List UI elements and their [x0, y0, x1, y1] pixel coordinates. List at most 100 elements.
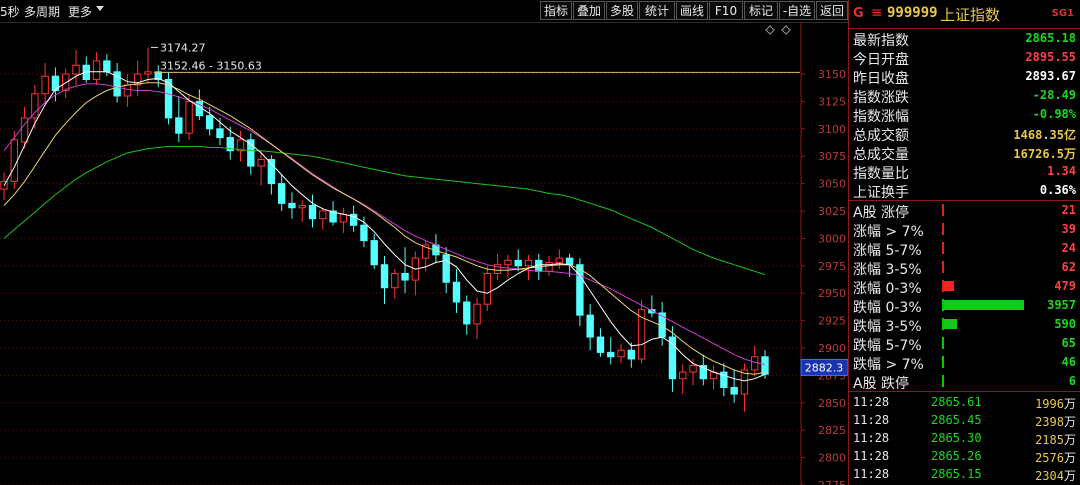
ma-line-yellow — [3, 82, 766, 375]
quote-panel: G ≡ 999999 上证指数 SG1 最新指数 2865.18 今日开盘 2895.… — [848, 0, 1080, 485]
back-button[interactable]: 返回 — [816, 1, 848, 20]
f10-button[interactable]: F10 — [709, 1, 743, 20]
candle-body — [761, 356, 769, 375]
candle-body — [41, 75, 49, 95]
mark-button[interactable]: 标记 — [744, 1, 778, 20]
breadth-tick — [942, 261, 944, 273]
overlay-button[interactable]: 叠加 — [573, 1, 605, 20]
menu-icon[interactable]: ≡ — [871, 5, 883, 21]
period-5s[interactable]: 5秒 — [0, 3, 20, 20]
multi-stock-button[interactable]: 多股 — [606, 1, 638, 20]
breadth-tick — [942, 204, 944, 216]
candle-body — [277, 183, 286, 204]
candle-body — [267, 159, 276, 185]
more-menu[interactable]: 更多 — [68, 3, 92, 20]
breadth-label: 跌幅 0-3% — [853, 300, 922, 316]
breadth-value: 65 — [1061, 336, 1076, 350]
breadth-label: 涨幅 5-7% — [853, 243, 922, 259]
breadth-label: 跌幅 3-5% — [853, 319, 922, 335]
chevron-down-icon[interactable] — [96, 6, 104, 11]
breadth-label: 涨幅 > 7% — [853, 224, 924, 240]
breadth-tick — [942, 375, 944, 387]
breadth-label: A股 跌停 — [853, 376, 910, 392]
stat-label: 总成交量 — [853, 147, 909, 163]
tick-row[interactable]: 11:28 2865.30 2185万 — [849, 429, 1080, 448]
group-indicator[interactable]: G — [853, 6, 864, 21]
candle-body — [596, 336, 605, 353]
stock-name: 上证指数 — [940, 6, 1001, 24]
tick-time: 11:28 — [853, 431, 890, 445]
candle-body — [463, 301, 471, 325]
y-tick-label: 3150 — [818, 68, 846, 81]
stat-value: 16726.5万 — [1013, 147, 1076, 161]
candle-body — [751, 356, 759, 371]
breadth-value: 3957 — [1047, 298, 1076, 312]
breadth-row: 跌幅 > 7% 46 — [849, 353, 1080, 373]
breadth-label: A股 涨停 — [853, 205, 910, 221]
indicator-button[interactable]: 指标 — [540, 1, 572, 20]
multi-period-button[interactable]: 多周期 — [24, 3, 60, 20]
candle-body — [607, 351, 615, 358]
price-grid — [0, 73, 800, 485]
candle-body — [473, 303, 481, 325]
candle-body — [504, 259, 512, 266]
sg-tag[interactable]: SG1 — [1052, 8, 1074, 19]
stat-label: 指数量比 — [853, 166, 909, 182]
stat-row: 指数量比 1.34 — [849, 162, 1080, 182]
tick-volume: 2576万 — [1035, 451, 1076, 465]
candle-body — [380, 264, 389, 289]
breadth-row: 涨幅 5-7% 24 — [849, 239, 1080, 259]
breadth-bar — [944, 300, 1024, 310]
y-tick-label: 2950 — [818, 287, 846, 300]
breadth-row: 跌幅 5-7% 65 — [849, 334, 1080, 354]
candle-body — [298, 205, 306, 209]
breadth-label: 涨幅 0-3% — [853, 281, 922, 297]
tick-price: 2865.26 — [931, 449, 982, 463]
candle-body — [319, 210, 327, 220]
candle-body — [216, 128, 224, 139]
candle-body — [10, 139, 18, 182]
tick-row[interactable]: 11:28 2865.15 2304万 — [849, 465, 1080, 484]
breadth-tick — [942, 337, 944, 349]
candle-body — [31, 93, 39, 119]
stat-row: 上证换手 0.36% — [849, 181, 1080, 201]
breadth-tick — [942, 223, 944, 235]
candle-body — [565, 257, 574, 266]
stat-row: 指数涨跌 -28.49 — [849, 86, 1080, 106]
candle-body — [144, 71, 152, 75]
stat-label: 昨日收盘 — [853, 71, 909, 87]
y-tick-label: 2900 — [818, 342, 846, 355]
breadth-row: A股 涨停 21 — [849, 201, 1080, 221]
y-tick-label: 3075 — [818, 150, 846, 163]
stat-value: 2893.67 — [1025, 69, 1076, 83]
candle-body — [339, 213, 348, 223]
tick-row[interactable]: 11:28 2865.26 2576万 — [849, 447, 1080, 466]
tick-volume: 2304万 — [1035, 469, 1076, 483]
range-annotation: 3152.46 - 3150.63 — [160, 59, 262, 72]
tick-volume: 2398万 — [1035, 415, 1076, 429]
candle-body — [555, 257, 564, 264]
candle-body — [452, 281, 461, 303]
kline-chart[interactable]: 3150 3125 3100 3075 3050 3025 3000 2975 2950 2925… — [0, 22, 848, 485]
breadth-value: 24 — [1061, 241, 1076, 255]
remove-watchlist-button[interactable]: -自选 — [779, 1, 815, 20]
tick-row[interactable]: 11:28 2865.45 2398万 — [849, 411, 1080, 430]
stat-value: 1468.35亿 — [1013, 128, 1076, 142]
candle-body — [679, 371, 687, 380]
statistics-button[interactable]: 统计 — [639, 1, 675, 20]
breadth-row: 涨幅 > 7% 39 — [849, 220, 1080, 240]
tick-time: 11:28 — [853, 467, 890, 481]
stat-label: 指数涨跌 — [853, 90, 909, 106]
moving-average-lines — [3, 71, 766, 382]
tick-price: 2865.45 — [931, 413, 982, 427]
high-annotation: 3174.27 — [160, 41, 206, 54]
tick-row[interactable]: 11:28 2865.61 1996万 — [849, 393, 1080, 412]
candlestick-series — [0, 47, 769, 412]
breadth-label: 跌幅 > 7% — [853, 357, 924, 373]
y-tick-label: 3025 — [818, 205, 846, 218]
candle-body — [257, 159, 265, 167]
price-axis: 3150 3125 3100 3075 3050 3025 3000 2975 2950 2925… — [765, 22, 846, 485]
candle-body — [360, 224, 368, 242]
draw-line-button[interactable]: 画线 — [676, 1, 708, 20]
candle-body — [524, 259, 533, 267]
